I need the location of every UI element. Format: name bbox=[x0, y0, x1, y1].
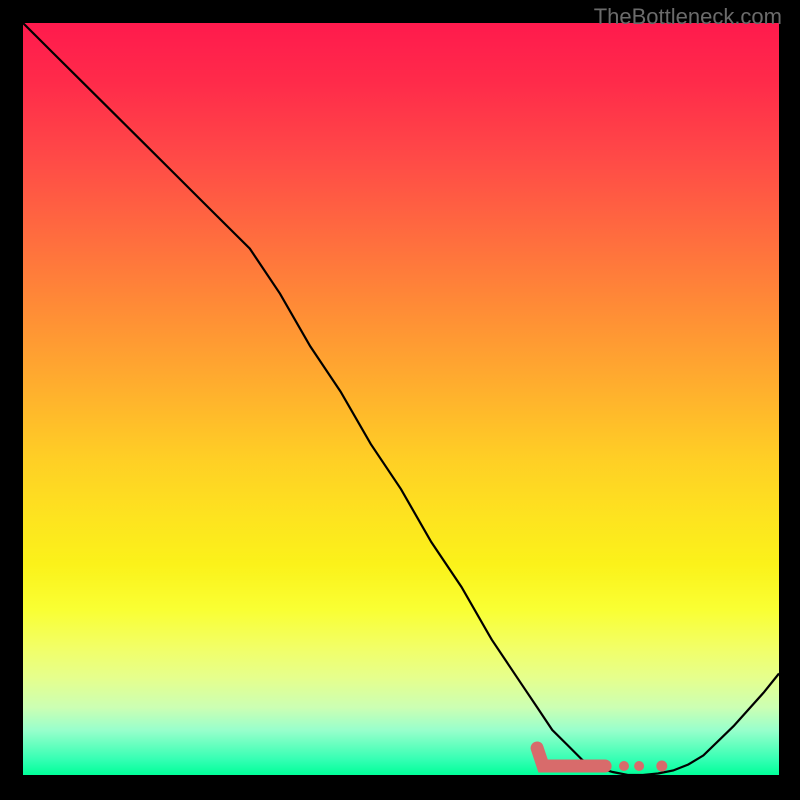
chart-svg bbox=[23, 23, 779, 775]
marker-dots bbox=[619, 761, 667, 772]
chart-area bbox=[23, 23, 779, 775]
marker-band bbox=[537, 748, 605, 766]
marker-dot bbox=[619, 761, 629, 771]
marker-dot bbox=[656, 761, 667, 772]
marker-dot bbox=[634, 761, 644, 771]
curve-line bbox=[23, 23, 779, 775]
watermark-text: TheBottleneck.com bbox=[594, 4, 782, 30]
